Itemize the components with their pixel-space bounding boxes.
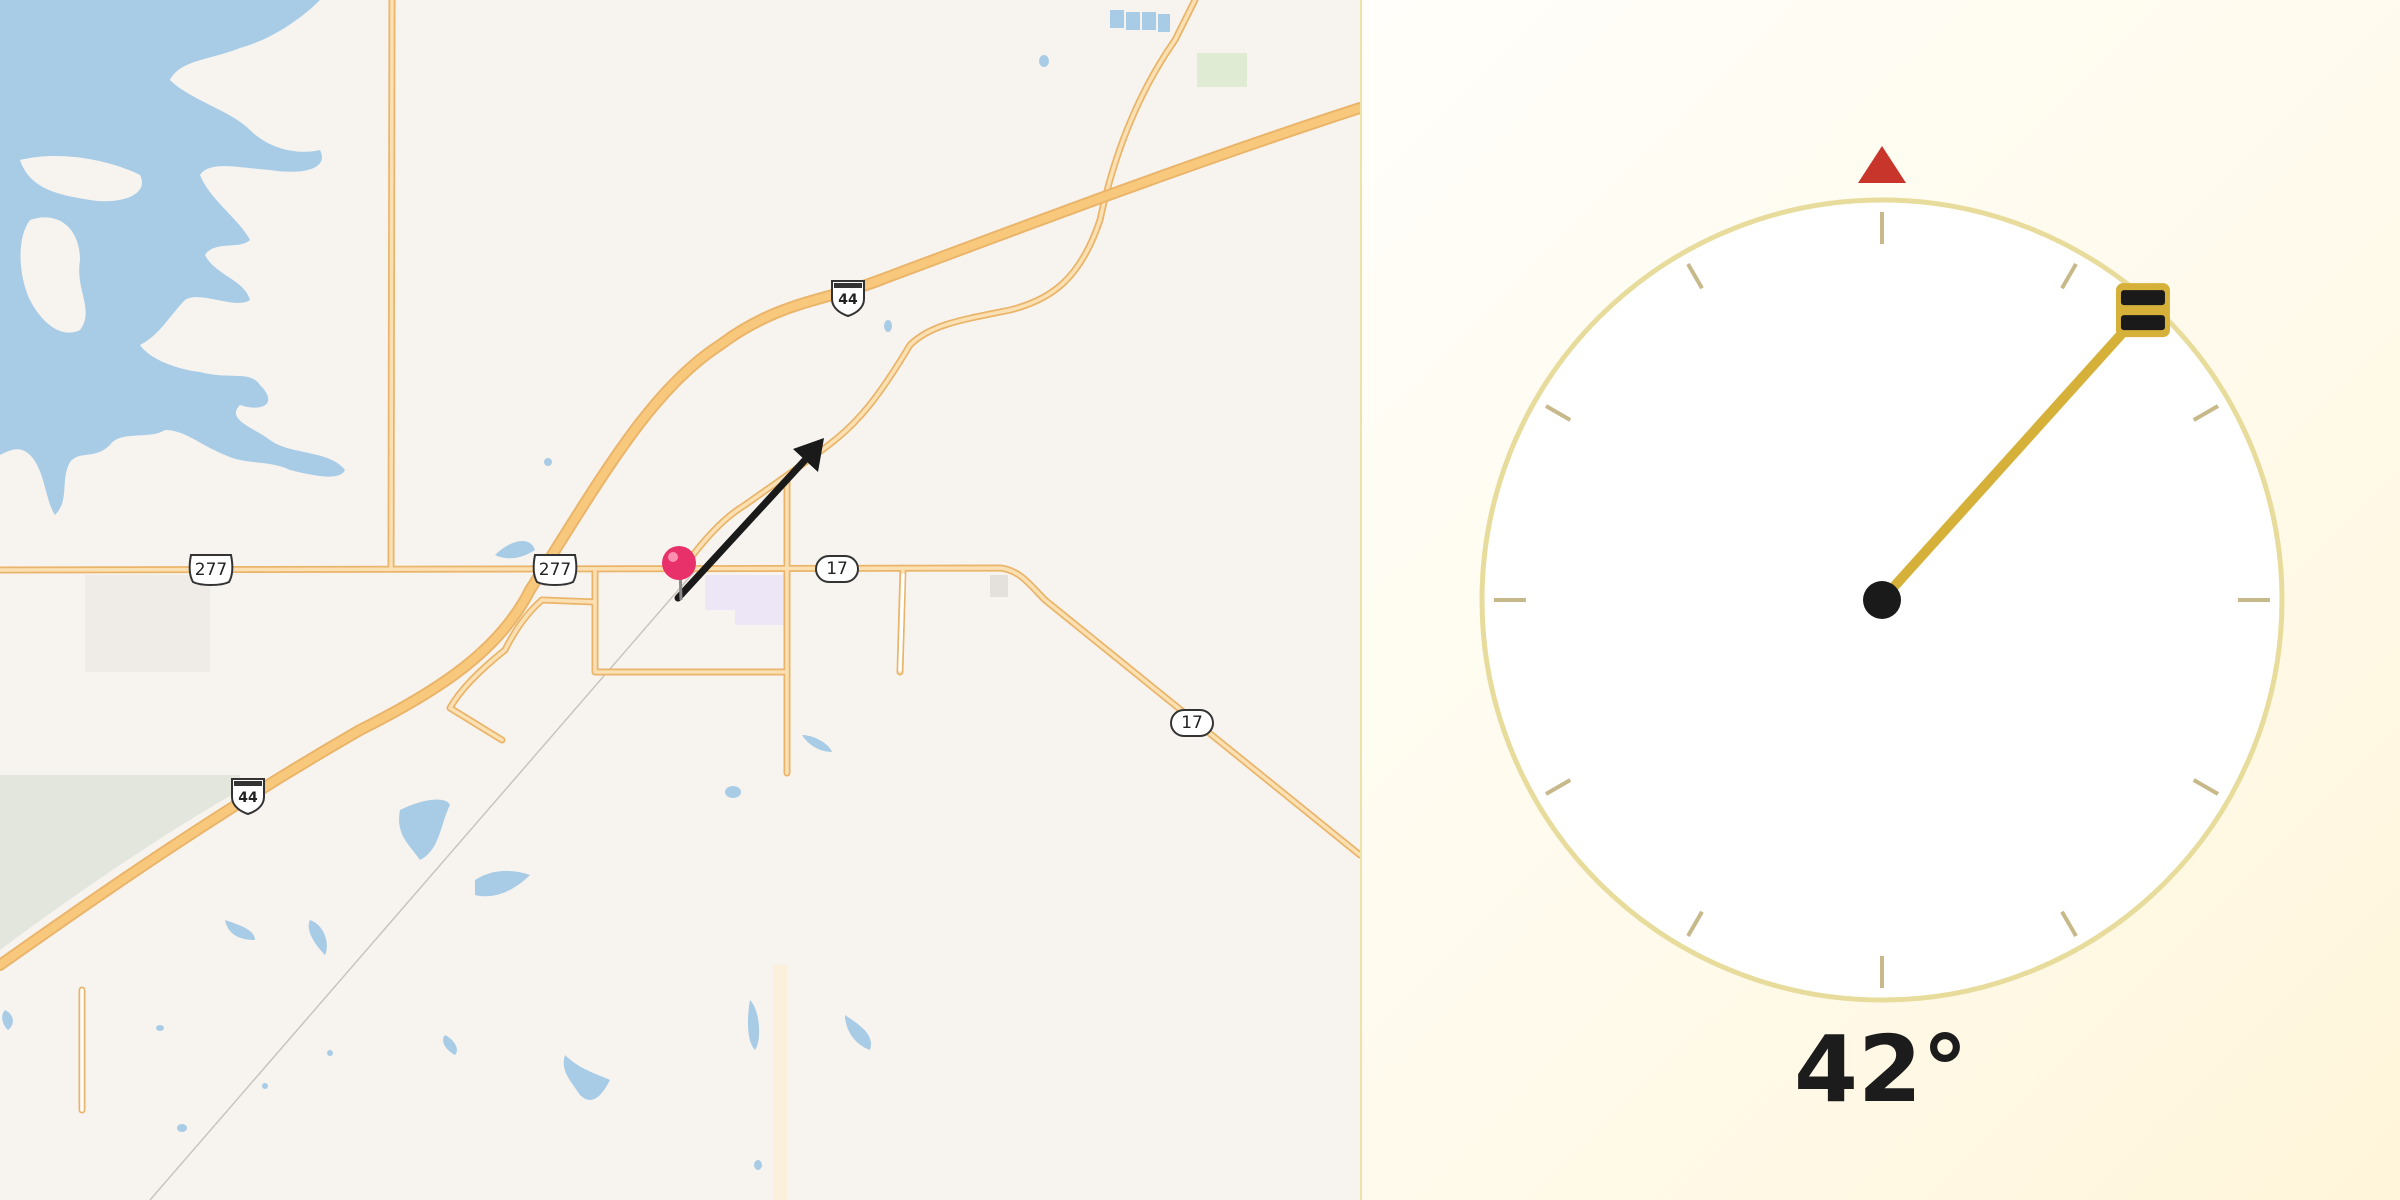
shield-i44-south-label: 44 <box>238 790 258 806</box>
shield-us277-west-label: 277 <box>195 560 227 580</box>
shield-i44-north: 44 <box>831 280 865 318</box>
north-triangle-icon <box>1858 146 1906 183</box>
shield-us277-west: 277 <box>188 554 234 586</box>
gray-area <box>85 575 210 672</box>
shield-i44-north-label: 44 <box>838 292 858 308</box>
compass-hub <box>1863 581 1901 619</box>
green-area <box>1197 53 1247 87</box>
shield-sh17-east-label: 17 <box>1181 713 1203 733</box>
bearing-readout: 42° <box>1793 1016 1969 1123</box>
gray-building <box>990 575 1008 597</box>
shield-sh17-town-label: 17 <box>826 559 848 579</box>
bearing-handle-icon[interactable] <box>2115 283 2170 338</box>
compass-panel: 42° <box>1362 0 2400 1200</box>
purple-area <box>705 575 785 625</box>
arrow-icon <box>674 438 824 602</box>
shield-sh17-town: 17 <box>815 555 859 583</box>
shield-us277-east-label: 277 <box>539 560 571 580</box>
shield-sh17-east: 17 <box>1170 709 1214 737</box>
map-canvas[interactable]: 44 44 277 277 17 17 <box>0 0 1360 1200</box>
green-area-large <box>0 775 240 950</box>
shield-i44-south: 44 <box>231 778 265 816</box>
map-view[interactable]: 44 44 277 277 17 17 <box>0 0 1360 1200</box>
railway <box>149 564 701 1200</box>
sand-strip <box>773 965 787 1200</box>
shield-us277-east: 277 <box>532 554 578 586</box>
